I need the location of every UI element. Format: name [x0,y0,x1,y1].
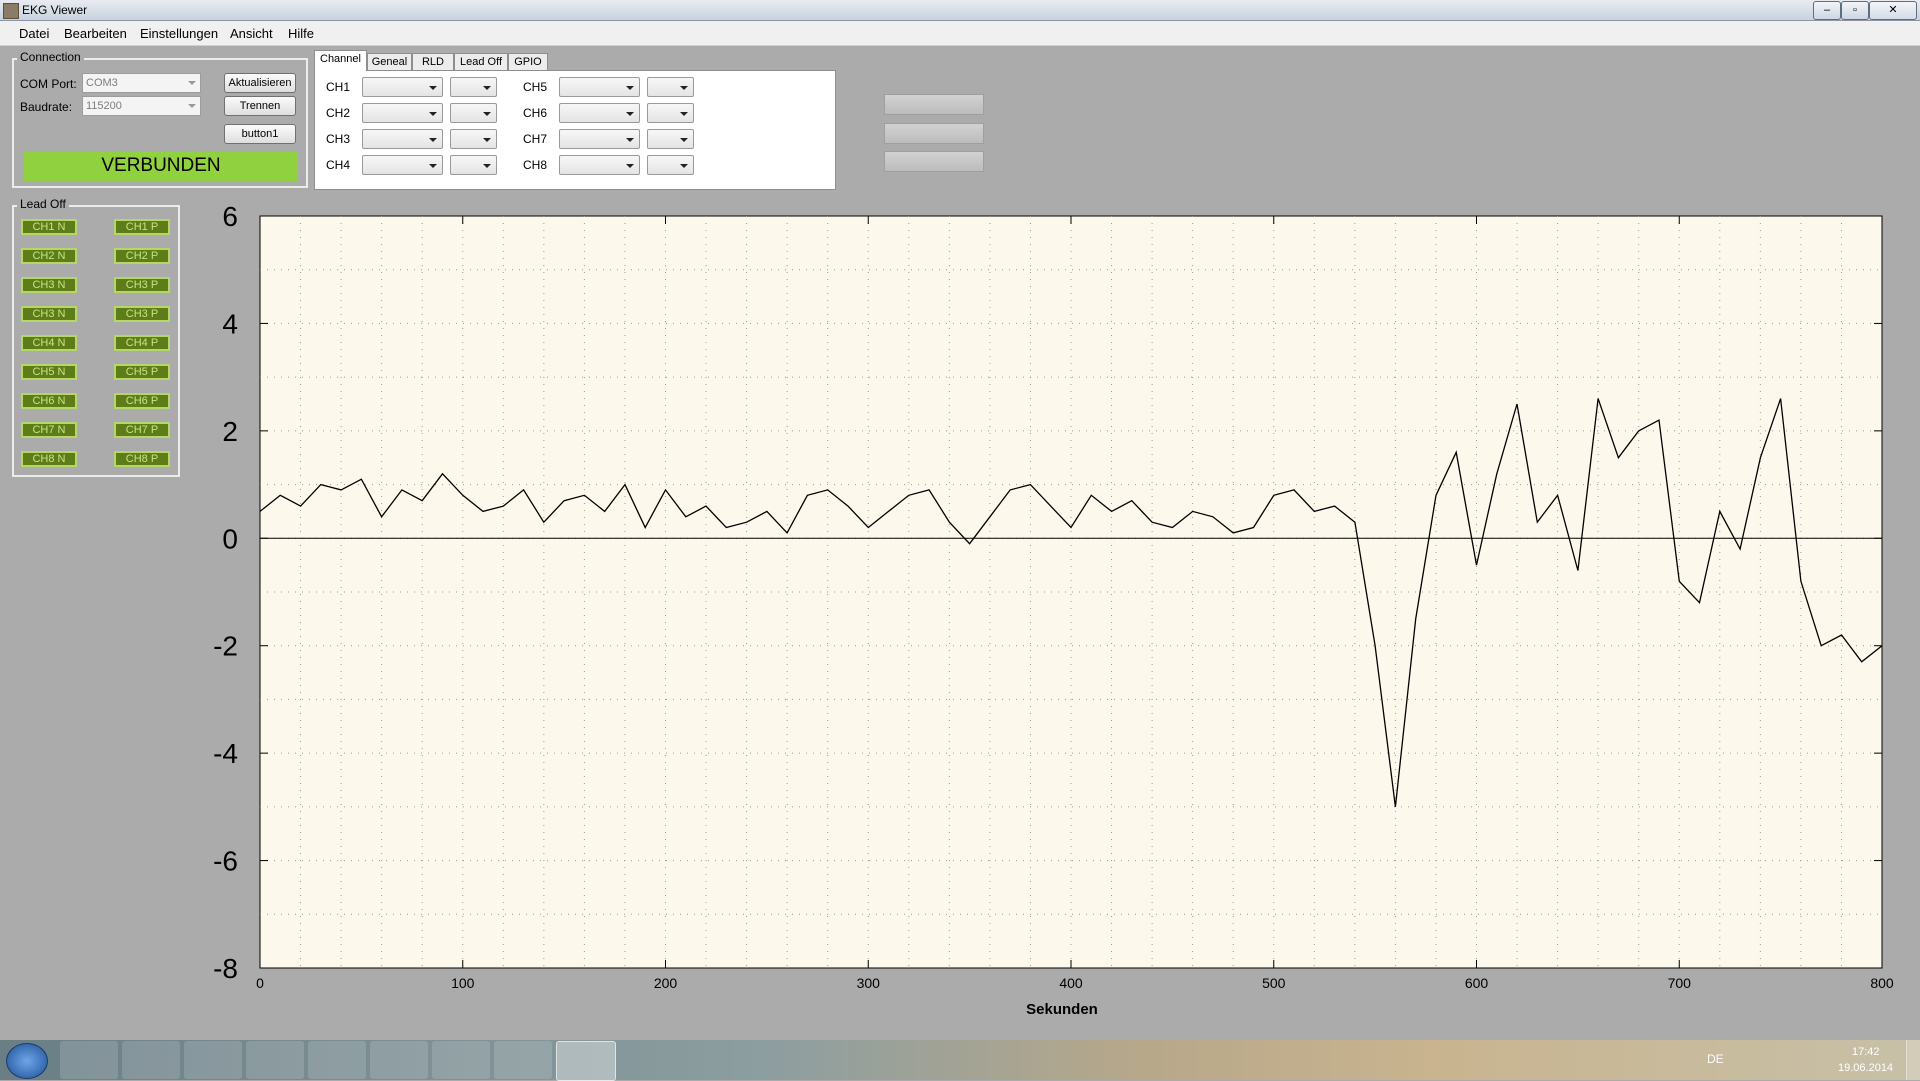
chevron-down-icon [483,112,491,116]
chevron-down-icon [626,138,634,142]
channel-label: CH6 [523,106,548,120]
y-tick-label: -2 [213,631,238,662]
channel-label: CH8 [523,158,548,172]
x-tick-label: 400 [1059,975,1083,991]
channel-label: CH7 [523,132,548,146]
channel-gain-select[interactable] [559,77,640,97]
y-tick-label: -4 [213,738,238,769]
tab-channel[interactable]: Channel [314,50,367,71]
clock-time[interactable]: 17:42 [1852,1046,1880,1058]
x-tick-label: 0 [256,975,264,991]
chrome-taskbar-icon[interactable] [184,1041,242,1079]
channel-gain-select[interactable] [362,103,443,123]
ekg-chart: 0 100 200 300 400 500 600 700 800 6 4 2 0 -2 -4 -6 -8 Sek… [213,201,1894,1018]
channel-gain-select[interactable] [362,77,443,97]
chevron-down-icon [429,86,437,90]
color-app-taskbar-icon[interactable] [494,1041,552,1079]
x-tick-label: 500 [1262,975,1286,991]
chevron-down-icon [626,86,634,90]
channel-mode-select[interactable] [450,77,497,97]
explorer-taskbar-icon[interactable] [60,1041,118,1079]
sd-taskbar-icon[interactable] [432,1041,490,1079]
channel-mode-select[interactable] [647,103,694,123]
y-tick-label: -8 [213,953,238,984]
visual-studio-taskbar-icon[interactable] [370,1041,428,1079]
chevron-down-icon [680,164,688,168]
chevron-down-icon [483,164,491,168]
channel-label: CH1 [326,80,351,94]
app-taskbar-icon[interactable] [308,1041,366,1079]
x-tick-label: 100 [451,975,475,991]
y-tick-label: 6 [222,201,238,232]
chevron-down-icon [429,164,437,168]
y-tick-label: 0 [222,523,238,554]
chevron-down-icon [680,86,688,90]
blender-taskbar-icon[interactable] [246,1041,304,1079]
channel-gain-select[interactable] [559,103,640,123]
chevron-down-icon [680,138,688,142]
chevron-down-icon [429,138,437,142]
channel-label: CH5 [523,80,548,94]
ekg-viewer-taskbar-icon[interactable] [556,1041,616,1081]
x-tick-label: 700 [1668,975,1692,991]
channel-gain-select[interactable] [559,129,640,149]
channel-gain-select[interactable] [362,129,443,149]
chevron-down-icon [626,164,634,168]
channel-label: CH3 [326,132,351,146]
channel-mode-select[interactable] [450,129,497,149]
y-tick-label: -6 [213,846,238,877]
channel-label: CH4 [326,158,351,172]
channel-mode-select[interactable] [647,77,694,97]
channel-gain-select[interactable] [362,155,443,175]
x-tick-label: 600 [1465,975,1489,991]
y-tick-label: 2 [222,416,238,447]
chevron-down-icon [429,112,437,116]
x-tick-label: 800 [1870,975,1894,991]
start-button[interactable] [6,1043,48,1079]
channel-mode-select[interactable] [450,155,497,175]
channel-label: CH2 [326,106,351,120]
itunes-taskbar-icon[interactable] [122,1041,180,1079]
x-tick-label: 300 [857,975,881,991]
channel-gain-select[interactable] [559,155,640,175]
chevron-down-icon [483,86,491,90]
language-indicator[interactable]: DE [1707,1052,1724,1066]
chevron-down-icon [483,138,491,142]
channel-mode-select[interactable] [647,129,694,149]
chevron-down-icon [626,112,634,116]
channel-mode-select[interactable] [647,155,694,175]
show-desktop-button[interactable] [1906,1040,1920,1080]
x-tick-label: 200 [654,975,678,991]
channel-mode-select[interactable] [450,103,497,123]
chevron-down-icon [680,112,688,116]
x-axis-label: Sekunden [1026,1001,1098,1018]
y-tick-label: 4 [222,308,238,339]
clock-date[interactable]: 19.06.2014 [1838,1062,1893,1074]
